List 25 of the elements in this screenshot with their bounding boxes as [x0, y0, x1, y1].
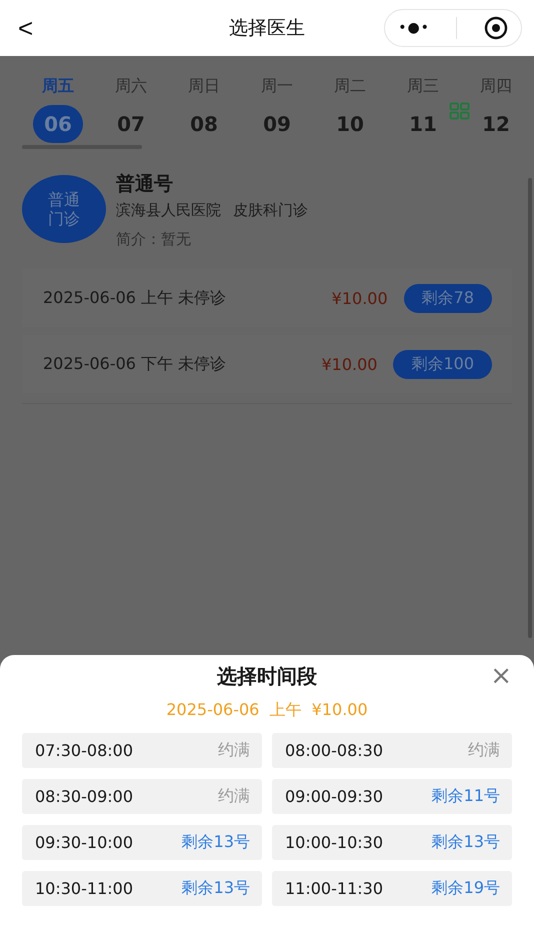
close-target-icon[interactable]: [484, 16, 508, 40]
time-slot[interactable]: 09:30-10:00 剩余13号: [22, 825, 262, 860]
session-text: 2025-06-06 上午 未停诊: [43, 288, 226, 308]
back-button[interactable]: <: [18, 12, 34, 44]
clinic-avatar: 普通门诊: [22, 175, 106, 243]
time-slot[interactable]: 08:00-08:30 约满: [272, 733, 512, 768]
doctor-name: 普通号: [116, 172, 174, 197]
price-text: ¥10.00: [332, 288, 388, 308]
more-button[interactable]: •●•: [398, 20, 430, 36]
hospital-name: 滨海县人民医院: [116, 201, 221, 220]
page-title: 选择医生: [229, 16, 305, 41]
time-slot[interactable]: 09:00-09:30 剩余11号: [272, 779, 512, 814]
time-slot[interactable]: 11:00-11:30 剩余19号: [272, 871, 512, 906]
session-text: 2025-06-06 下午 未停诊: [43, 354, 226, 374]
close-button[interactable]: ×: [490, 663, 512, 689]
time-slot[interactable]: 08:30-09:00 约满: [22, 779, 262, 814]
remaining-badge: 剩余78: [404, 284, 492, 312]
price-text: ¥10.00: [321, 354, 378, 374]
department-name: 皮肤科门诊: [233, 201, 308, 220]
time-slot[interactable]: 10:00-10:30 剩余13号: [272, 825, 512, 860]
remaining-badge: 剩余100: [393, 350, 492, 378]
time-slot[interactable]: 10:30-11:00 剩余13号: [22, 871, 262, 906]
time-slot[interactable]: 07:30-08:00 约满: [22, 733, 262, 768]
sheet-title: 选择时间段: [217, 663, 317, 690]
sheet-subtitle: 2025-06-06 上午 ¥10.00: [166, 700, 368, 721]
